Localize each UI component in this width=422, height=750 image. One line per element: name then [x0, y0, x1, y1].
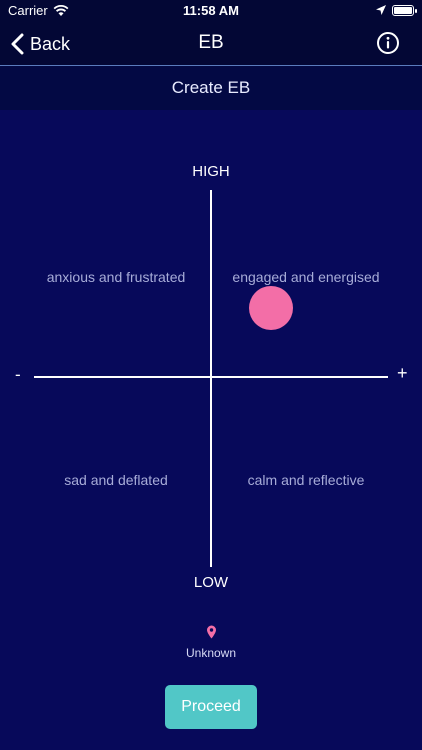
- page-title: EB: [198, 32, 224, 53]
- quadrant-label-calm: calm and reflective: [247, 472, 365, 488]
- mood-marker[interactable]: [249, 286, 293, 330]
- section-title: Create EB: [171, 78, 251, 97]
- mood-quadrant-plot[interactable]: HIGH LOW - + anxious and frustrated enga…: [0, 110, 422, 670]
- axis-label-minus: -: [15, 365, 21, 384]
- axis-label-plus: +: [397, 363, 408, 383]
- proceed-button[interactable]: Proceed: [165, 685, 257, 729]
- section-header: Create EB: [0, 66, 422, 110]
- clock: 11:58 AM: [183, 3, 239, 18]
- location-pin-icon: [206, 625, 216, 639]
- location-label: Unknown: [185, 646, 237, 660]
- axis-label-low: LOW: [193, 574, 229, 591]
- quadrant-label-engaged: engaged and energised: [232, 269, 380, 285]
- axis-label-high: HIGH: [192, 163, 230, 180]
- vertical-axis: [210, 190, 212, 567]
- quadrant-label-sad: sad and deflated: [64, 472, 168, 488]
- location-info: Unknown: [0, 625, 422, 660]
- info-icon[interactable]: [376, 31, 400, 55]
- battery-icon: [392, 5, 417, 16]
- navigation-bar: Back EB: [0, 22, 422, 66]
- quadrant-label-anxious: anxious and frustrated: [46, 269, 186, 285]
- horizontal-axis: [34, 376, 388, 378]
- location-arrow-icon: [376, 5, 386, 15]
- status-bar: Carrier 11:58 AM: [0, 0, 422, 22]
